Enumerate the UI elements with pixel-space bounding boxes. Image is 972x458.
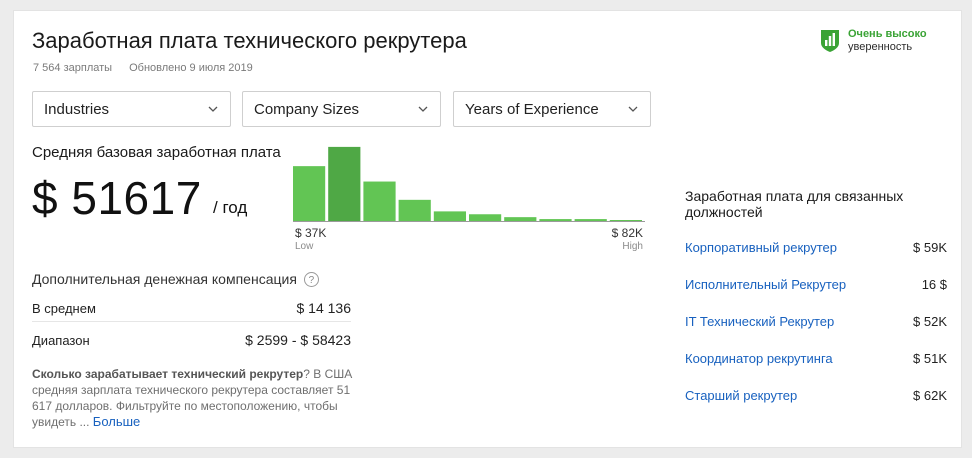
related-job-amount: $ 51K bbox=[913, 351, 947, 366]
years-of-experience-dropdown-label: Years of Experience bbox=[465, 100, 599, 118]
related-jobs-title: Заработная плата для связанных должносте… bbox=[685, 188, 904, 220]
related-job-link[interactable]: IT Технический Рекрутер bbox=[685, 314, 834, 329]
related-job-amount: 16 $ bbox=[921, 277, 947, 292]
updated-date: Обновлено 9 июля 2019 bbox=[129, 62, 253, 74]
related-job-link[interactable]: Старший рекрутер bbox=[685, 388, 797, 403]
histogram-bar bbox=[433, 211, 466, 222]
chevron-down-icon bbox=[628, 106, 638, 112]
industries-dropdown[interactable]: Industries bbox=[32, 91, 231, 127]
histogram-low: $ 37K Low bbox=[295, 227, 326, 253]
additional-range-row: Диапазон $ 2599 - $ 58423 bbox=[32, 327, 351, 353]
salary-count: 7 564 зарплаты bbox=[33, 62, 113, 74]
description-question-mark: ? bbox=[303, 367, 310, 381]
additional-average-value: $ 14 136 bbox=[296, 300, 352, 316]
histogram-bar bbox=[609, 220, 642, 221]
histogram-bar bbox=[363, 181, 396, 221]
additional-pay-title: Дополнительная денежная компенсация ? bbox=[32, 271, 319, 287]
histogram-low-value: $ 37K bbox=[295, 226, 327, 240]
histogram-bar bbox=[574, 219, 607, 222]
additional-pay-title-text: Дополнительная денежная компенсация bbox=[32, 271, 297, 287]
histogram-high-label: High bbox=[622, 241, 643, 252]
salary-histogram bbox=[293, 146, 645, 222]
related-job-item: Корпоративный рекрутер $ 59K bbox=[685, 240, 947, 255]
additional-average-row: В среднем $ 14 136 bbox=[32, 295, 351, 322]
chevron-down-icon bbox=[208, 106, 218, 112]
company-sizes-dropdown-label: Company Sizes bbox=[254, 100, 360, 118]
histogram-bar bbox=[469, 214, 502, 221]
base-pay-amount: $ 51617 bbox=[32, 172, 202, 224]
additional-range-label: Диапазон bbox=[32, 332, 90, 348]
additional-average-label: В среднем bbox=[32, 300, 96, 316]
chevron-down-icon bbox=[418, 106, 428, 112]
company-sizes-dropdown[interactable]: Company Sizes bbox=[242, 91, 441, 127]
related-job-item: Координатор рекрутинга $ 51K bbox=[685, 351, 947, 366]
salary-description: Сколько зарабатывает технический рекруте… bbox=[32, 366, 357, 430]
base-pay-period: / год bbox=[213, 198, 248, 217]
years-of-experience-dropdown[interactable]: Years of Experience bbox=[453, 91, 651, 127]
additional-range-value: $ 2599 - $ 58423 bbox=[245, 332, 351, 348]
salary-card: Заработная плата технического рекрутера … bbox=[13, 10, 962, 448]
histogram-bar bbox=[293, 166, 326, 221]
histogram-bar bbox=[504, 217, 537, 221]
confidence-level: Очень высоко bbox=[848, 28, 927, 40]
shield-chart-icon bbox=[821, 30, 839, 52]
description-question: Сколько зарабатывает технический рекруте… bbox=[32, 367, 304, 381]
related-job-item: IT Технический Рекрутер $ 52K bbox=[685, 314, 947, 329]
page-meta: 7 564 зарплаты Обновлено 9 июля 2019 bbox=[33, 62, 253, 74]
confidence-label: уверенность bbox=[848, 41, 913, 53]
histogram-high-value: $ 82K bbox=[611, 226, 643, 240]
related-job-item: Старший рекрутер $ 62K bbox=[685, 388, 947, 403]
related-job-link[interactable]: Исполнительный Рекрутер bbox=[685, 277, 846, 292]
histogram-low-label: Low bbox=[295, 241, 314, 252]
histogram-bar bbox=[328, 146, 361, 221]
related-job-item: Исполнительный Рекрутер 16 $ bbox=[685, 277, 947, 292]
page-title: Заработная плата технического рекрутера bbox=[32, 28, 467, 53]
question-circle-icon[interactable]: ? bbox=[303, 271, 319, 287]
base-pay-label: Средняя базовая заработная плата bbox=[32, 144, 281, 161]
histogram-bar bbox=[398, 199, 431, 222]
related-job-amount: $ 62K bbox=[913, 388, 947, 403]
histogram-bar bbox=[539, 219, 572, 222]
related-job-amount: $ 52K bbox=[913, 314, 947, 329]
related-job-amount: $ 59K bbox=[913, 240, 947, 255]
related-job-link[interactable]: Корпоративный рекрутер bbox=[685, 240, 837, 255]
histogram-high: $ 82K High bbox=[594, 227, 643, 253]
confidence-badge: Очень высоко уверенность bbox=[821, 28, 927, 54]
more-link[interactable]: Больше bbox=[93, 414, 141, 429]
industries-dropdown-label: Industries bbox=[44, 100, 110, 118]
related-job-link[interactable]: Координатор рекрутинга bbox=[685, 351, 833, 366]
